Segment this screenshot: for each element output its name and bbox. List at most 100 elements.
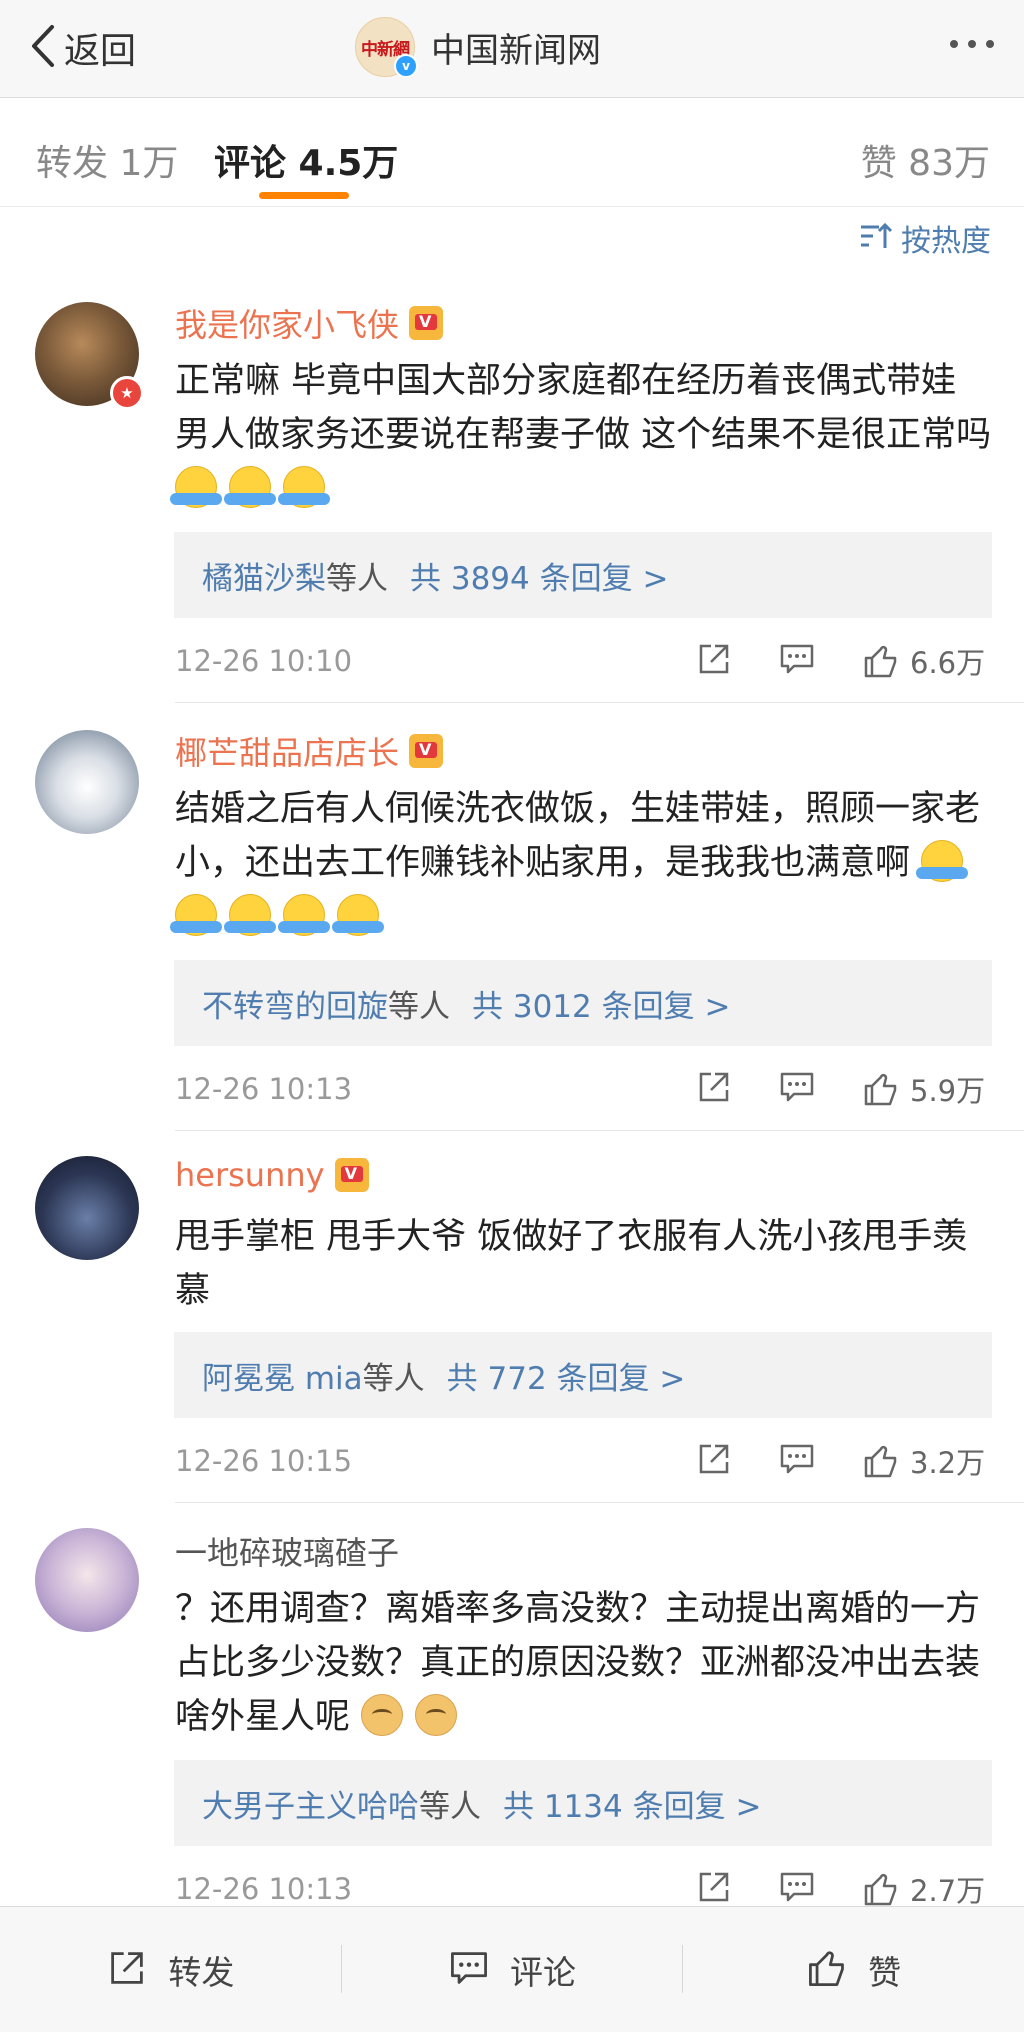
reply-others: 等人 [419, 1788, 481, 1825]
comment-time: 12-26 10:10 [175, 644, 353, 678]
shrug-emoji [224, 466, 276, 508]
reply-user[interactable]: 阿冕冕 mia [202, 1353, 363, 1398]
comment-username[interactable]: 椰芒甜品店店长 [175, 728, 444, 774]
page-title: 中国新闻网 [431, 30, 601, 71]
bottom-action-bar: 转发 评论 赞 [0, 1906, 1024, 2032]
doge-emoji [361, 1694, 404, 1736]
account-title[interactable]: 中新網 v 中国新闻网 [355, 14, 601, 80]
comment-text: ？还用调查？离婚率多高没数？主动提出离婚的一方占比多少没数？真正的原因没数？亚洲… [175, 1582, 995, 1744]
avatar[interactable] [35, 1528, 139, 1632]
repost-button[interactable]: 转发 [0, 1907, 341, 2032]
like-button[interactable]: 赞 [683, 1907, 1024, 2032]
back-button[interactable]: 返回 [28, 18, 136, 78]
tab-likes[interactable]: 赞 83万 [861, 134, 990, 186]
account-logo: 中新網 v [355, 17, 418, 78]
like-icon [864, 1873, 897, 1906]
username-text: 我是你家小飞侠 [175, 306, 400, 344]
crown-badge-icon [409, 306, 444, 340]
reply-user[interactable]: 大男子主义哈哈 [202, 1781, 419, 1826]
comment-time: 12-26 10:15 [175, 1444, 353, 1478]
crown-badge-icon [409, 734, 444, 768]
like-count: 3.2万 [910, 1446, 986, 1480]
shrug-emoji [278, 466, 330, 508]
tab-active-indicator [259, 192, 349, 199]
chevron-left-icon [28, 21, 58, 75]
divider [175, 1130, 1024, 1131]
reply-others: 等人 [326, 560, 388, 597]
shrug-emoji [278, 894, 330, 936]
doge-emoji [415, 1694, 458, 1736]
comment-text: 正常嘛 毕竟中国大部分家庭都在经历着丧偶式带娃 男人做家务还要说在帮妻子做 这个… [170, 354, 995, 516]
comment-icon [448, 1947, 510, 1993]
comment-meta: 12-26 10:13 5.9万 [175, 1068, 995, 1112]
shrug-emoji [916, 840, 969, 882]
share-icon[interactable] [695, 640, 733, 682]
tab-repost[interactable]: 转发 1万 [36, 134, 178, 186]
tab-comments[interactable]: 评论 4.5万 [214, 134, 398, 186]
like-icon [864, 645, 897, 678]
comment-icon[interactable] [778, 640, 816, 682]
comment-body: 结婚之后有人伺候洗衣做饭，生娃带娃，照顾一家老小，还出去工作赚钱补贴家用，是我我… [175, 789, 981, 883]
crown-badge-icon [334, 1158, 369, 1192]
comment-meta: 12-26 10:10 6.6万 [175, 640, 995, 684]
comment-text: 结婚之后有人伺候洗衣做饭，生娃带娃，照顾一家老小，还出去工作赚钱补贴家用，是我我… [170, 782, 995, 944]
comment-username[interactable]: 一地碎玻璃碴子 [175, 1528, 399, 1574]
comment-username[interactable]: 我是你家小飞侠 [175, 300, 444, 346]
reply-others: 等人 [388, 988, 450, 1025]
username-text: hersunny [175, 1156, 325, 1194]
comment-body: 甩手掌柜 甩手大爷 饭做好了衣服有人洗小孩甩手羡慕 [175, 1217, 968, 1311]
repost-label: 转发 [168, 1952, 235, 1992]
like-icon [806, 1947, 868, 1993]
sort-icon [859, 221, 901, 255]
reply-summary[interactable]: 不转弯的回旋 等人 共 3012 条回复 > [174, 960, 992, 1046]
like-icon [864, 1073, 897, 1106]
reply-summary[interactable]: 阿冕冕 mia 等人 共 772 条回复 > [174, 1332, 992, 1418]
star-badge-icon: ★ [110, 376, 144, 410]
comment-button[interactable]: 评论 [342, 1907, 683, 2032]
comment-icon[interactable] [778, 1868, 816, 1910]
username-text: 一地碎玻璃碴子 [175, 1534, 400, 1572]
divider [175, 1502, 1024, 1503]
shrug-emoji [170, 466, 222, 508]
comment-body: ？还用调查？离婚率多高没数？主动提出离婚的一方占比多少没数？真正的原因没数？亚洲… [175, 1589, 981, 1737]
comment-icon[interactable] [778, 1068, 816, 1110]
like-label: 赞 [868, 1952, 902, 1992]
like-button[interactable]: 6.6万 [862, 640, 985, 682]
avatar[interactable] [35, 1156, 139, 1260]
like-button[interactable]: 3.2万 [862, 1440, 985, 1482]
like-icon [864, 1445, 897, 1478]
back-label: 返回 [64, 31, 137, 72]
shrug-emoji [224, 894, 276, 936]
reply-user[interactable]: 橘猫沙梨 [202, 553, 326, 598]
like-button[interactable]: 2.7万 [862, 1868, 985, 1910]
like-button[interactable]: 5.9万 [862, 1068, 985, 1110]
comment-time: 12-26 10:13 [175, 1072, 353, 1106]
share-icon [106, 1947, 168, 1993]
tab-bar: 转发 1万 评论 4.5万 赞 83万 [0, 98, 1024, 207]
shrug-emoji [332, 894, 384, 936]
like-count: 5.9万 [910, 1074, 986, 1108]
top-nav-bar: 返回 中新網 v 中国新闻网 [0, 0, 1024, 98]
reply-count[interactable]: 共 3894 条回复 > [410, 553, 668, 598]
share-icon[interactable] [695, 1868, 733, 1910]
shrug-emoji [170, 894, 222, 936]
like-count: 2.7万 [910, 1874, 986, 1908]
reply-user[interactable]: 不转弯的回旋 [202, 981, 388, 1026]
more-icon[interactable] [950, 40, 994, 48]
comment-time: 12-26 10:13 [175, 1872, 353, 1906]
share-icon[interactable] [695, 1068, 733, 1110]
divider [175, 702, 1024, 703]
sort-toggle[interactable]: 按热度 [859, 216, 991, 260]
comment-icon[interactable] [778, 1440, 816, 1482]
reply-count[interactable]: 共 3012 条回复 > [472, 981, 730, 1026]
avatar[interactable] [35, 730, 139, 834]
comment-meta: 12-26 10:15 3.2万 [175, 1440, 995, 1484]
reply-count[interactable]: 共 1134 条回复 > [503, 1781, 761, 1826]
share-icon[interactable] [695, 1440, 733, 1482]
comment-label: 评论 [510, 1952, 576, 1992]
comment-username[interactable]: hersunny [175, 1156, 369, 1194]
reply-count[interactable]: 共 772 条回复 > [447, 1353, 686, 1398]
reply-others: 等人 [362, 1360, 425, 1397]
reply-summary[interactable]: 大男子主义哈哈 等人 共 1134 条回复 > [174, 1760, 992, 1846]
reply-summary[interactable]: 橘猫沙梨 等人 共 3894 条回复 > [174, 532, 992, 618]
